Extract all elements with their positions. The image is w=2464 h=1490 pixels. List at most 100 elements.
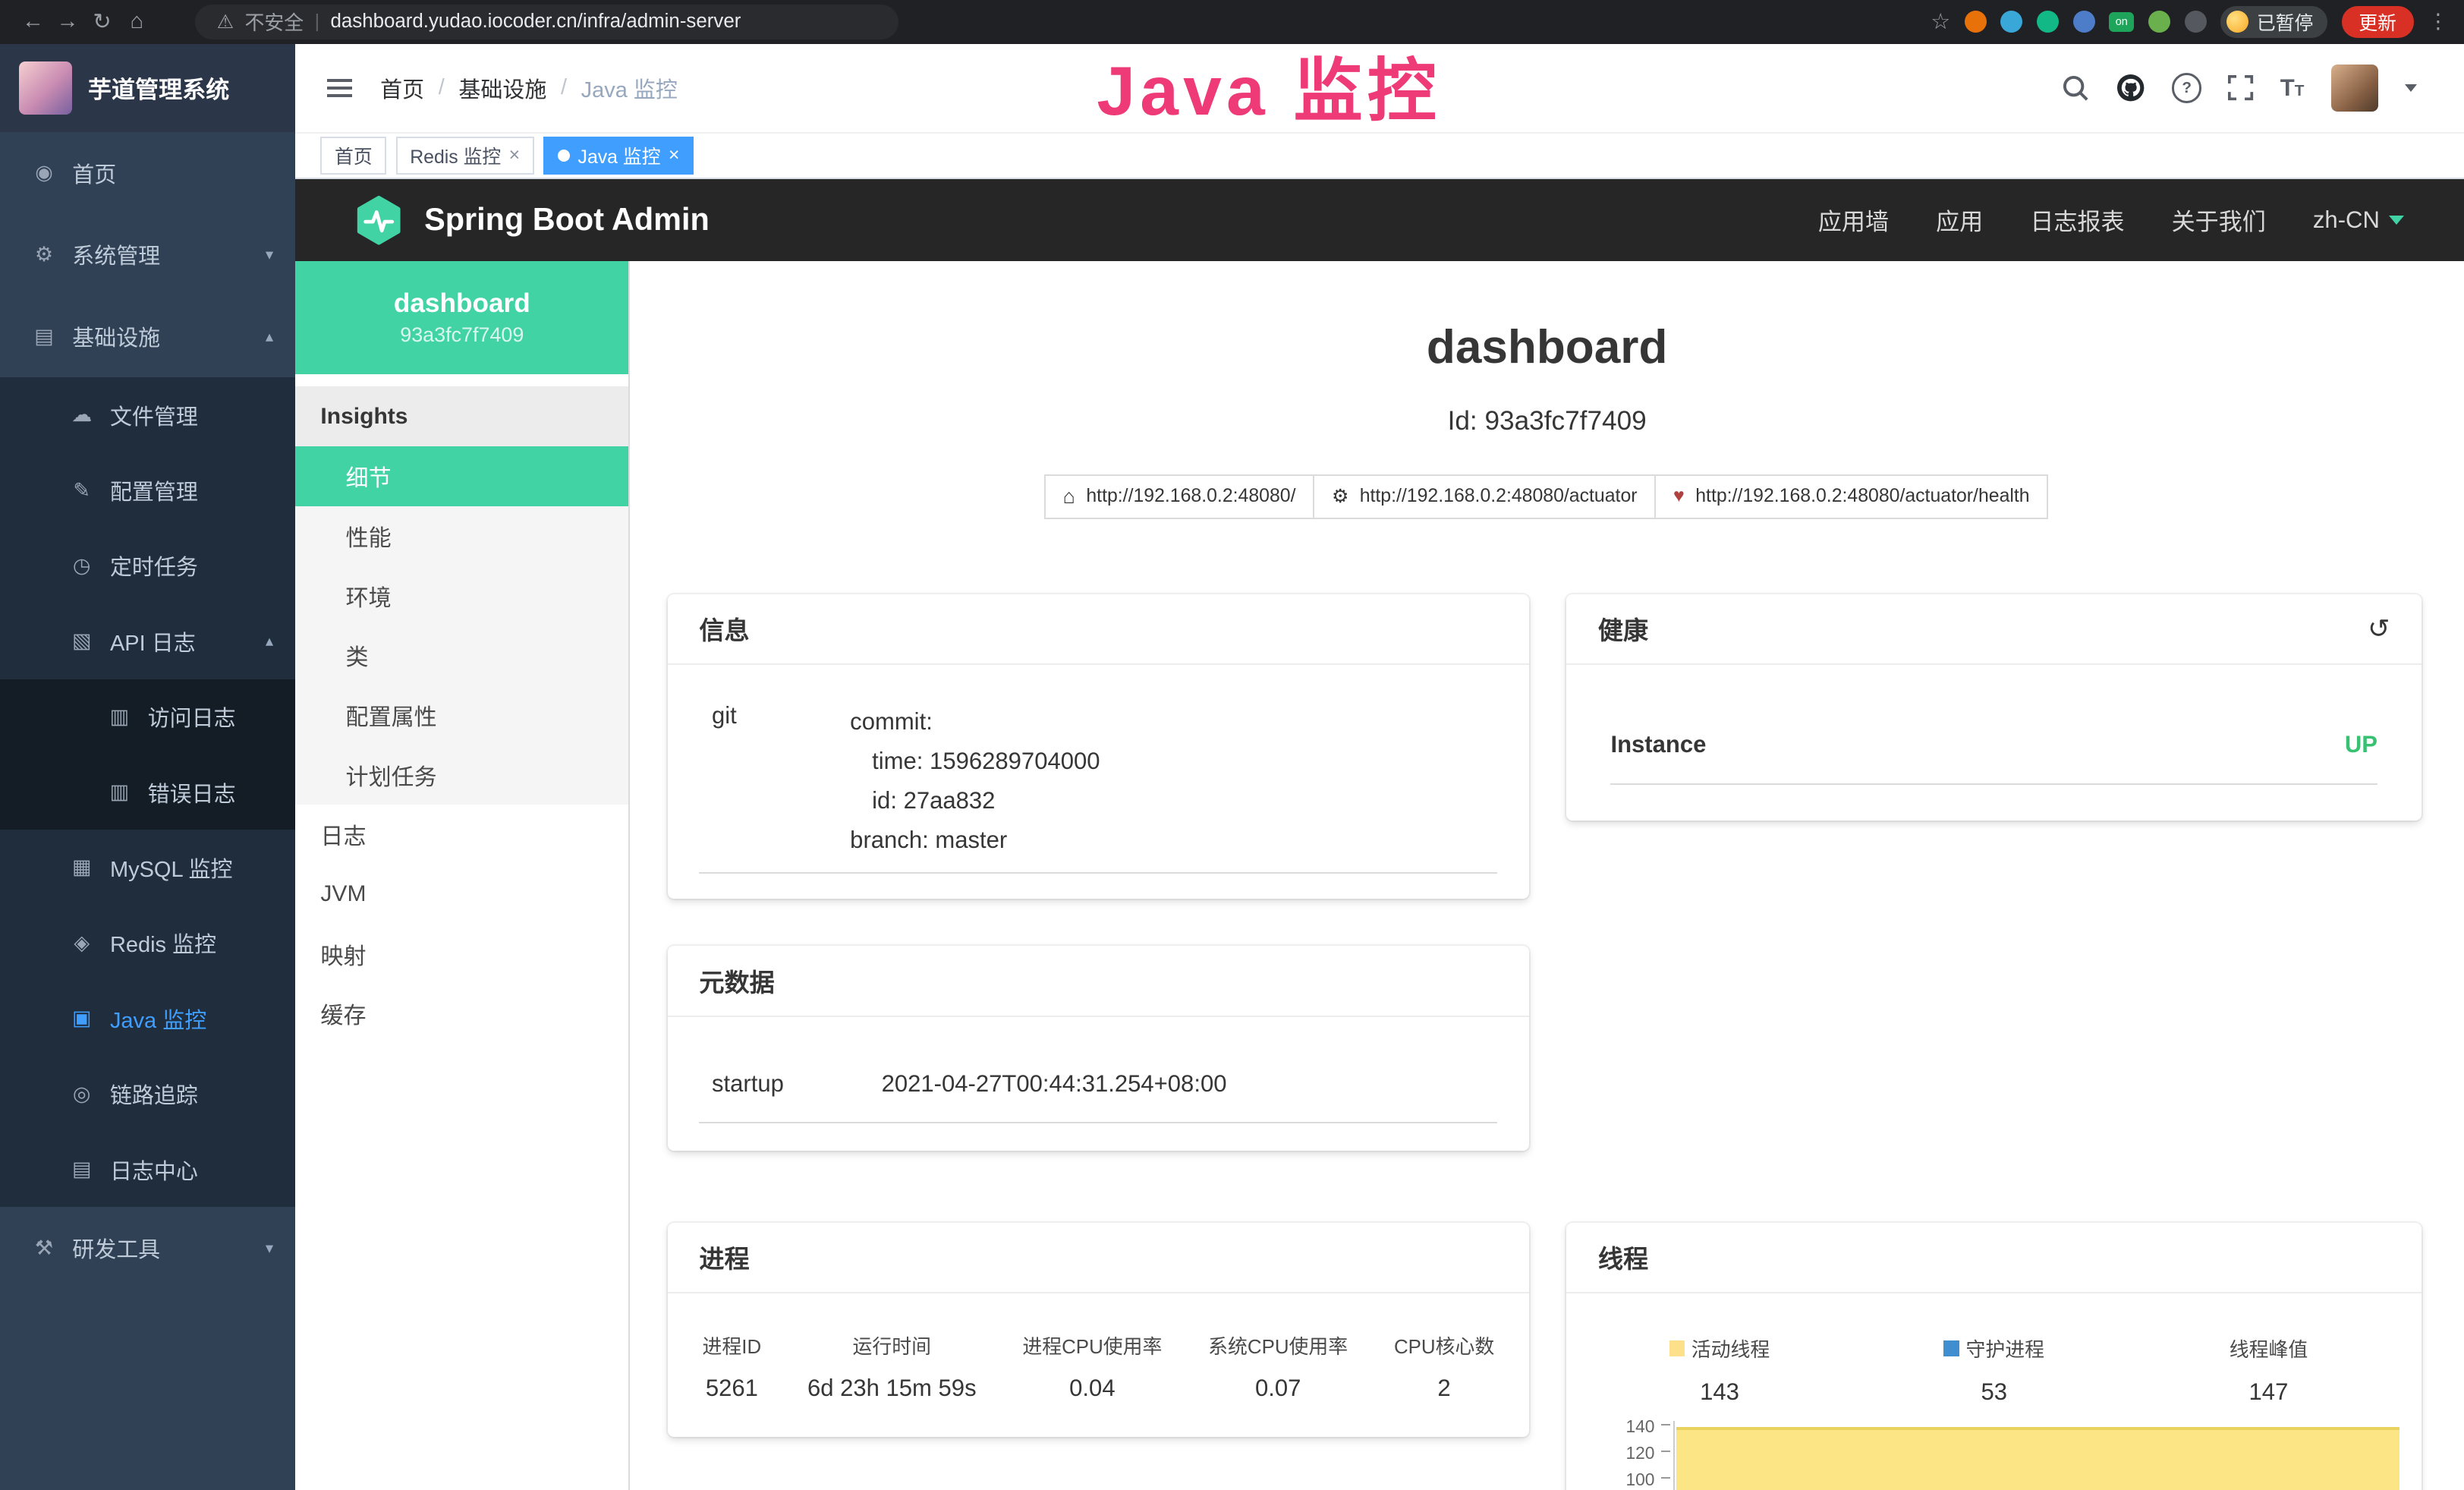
info-git-row: git commit: time: 1596289704000 id: 27aa… — [699, 702, 1497, 874]
threads-card: 线程 活动线程 143 守护进程 53 — [1566, 1223, 2422, 1490]
actuator-url-link[interactable]: ⚙http://192.168.0.2:48080/actuator — [1313, 474, 1656, 520]
info-card: 信息 git commit: time: 1596289704000 id: 2… — [668, 594, 1529, 899]
page-title: dashboard — [630, 320, 2464, 374]
sba-brand[interactable]: Spring Boot Admin — [352, 194, 710, 247]
api-log-icon: ▧ — [69, 629, 94, 653]
sba-nav-applications[interactable]: 应用 — [1936, 203, 1983, 237]
close-icon[interactable]: × — [669, 145, 680, 166]
sba-item-mappings[interactable]: 映射 — [295, 924, 628, 984]
instance-name: dashboard — [394, 288, 530, 319]
chevron-down-icon — [2389, 216, 2404, 225]
metadata-card-title: 元数据 — [668, 946, 1529, 1016]
sba-item-metrics[interactable]: 性能 — [295, 506, 628, 566]
sba-nav-links: 应用墙 应用 日志报表 关于我们 zh-CN — [1818, 203, 2404, 237]
browser-menu-icon[interactable]: ⋮ — [2428, 10, 2448, 33]
tab-redis-monitor[interactable]: Redis 监控× — [396, 137, 534, 175]
security-label[interactable]: 不安全 — [244, 8, 304, 36]
locale-select[interactable]: zh-CN — [2313, 206, 2404, 234]
instance-header[interactable]: dashboard 93a3fc7f7409 — [295, 261, 628, 374]
redis-icon: ◈ — [69, 931, 94, 955]
extension-icon[interactable] — [1965, 11, 1987, 33]
y-tick-mark — [1661, 1424, 1670, 1425]
sba-nav-wallboard[interactable]: 应用墙 — [1818, 203, 1889, 237]
sba-item-config-props[interactable]: 配置属性 — [295, 685, 628, 745]
user-avatar[interactable] — [2331, 65, 2378, 112]
sidebar-item-system[interactable]: ⚙系统管理▾ — [0, 214, 295, 296]
sidebar-item-scheduled-tasks[interactable]: ◷定时任务 — [0, 528, 295, 603]
sba-item-environment[interactable]: 环境 — [295, 565, 628, 625]
bookmark-star-icon[interactable]: ☆ — [1931, 8, 1950, 35]
sidebar-item-file-manage[interactable]: ☁文件管理 — [0, 377, 295, 452]
extension-icon[interactable] — [2000, 11, 2022, 33]
sidebar-item-access-logs[interactable]: ▥访问日志 — [0, 679, 295, 754]
breadcrumb-home[interactable]: 首页 — [380, 72, 424, 104]
help-icon[interactable]: ? — [2172, 73, 2201, 102]
sba-logo-icon — [352, 194, 405, 247]
sba-item-caches[interactable]: 缓存 — [295, 984, 628, 1044]
sidebar-item-trace[interactable]: ◎链路追踪 — [0, 1056, 295, 1131]
y-tick-label: 120 — [1566, 1443, 1654, 1463]
chevron-down-icon: ▾ — [266, 1239, 273, 1258]
sidebar-item-config-manage[interactable]: ✎配置管理 — [0, 452, 295, 528]
address-bar[interactable]: ⚠ 不安全 | dashboard.yudao.iocoder.cn/infra… — [195, 5, 899, 39]
extension-icon[interactable] — [2148, 11, 2170, 33]
back-icon[interactable]: ← — [16, 9, 51, 34]
tab-home[interactable]: 首页 — [320, 137, 386, 175]
extension-icon[interactable] — [2037, 11, 2059, 33]
service-url-link[interactable]: ⌂http://192.168.0.2:48080/ — [1044, 474, 1314, 520]
legend-live-threads: 活动线程 143 — [1582, 1334, 1857, 1406]
sidebar-item-log-center[interactable]: ▤日志中心 — [0, 1132, 295, 1207]
sba-nav-about[interactable]: 关于我们 — [2172, 203, 2266, 237]
sidebar-item-redis-monitor[interactable]: ◈Redis 监控 — [0, 906, 295, 981]
fullscreen-icon[interactable] — [2228, 75, 2253, 100]
sidebar-item-mysql-monitor[interactable]: ▦MySQL 监控 — [0, 830, 295, 905]
profile-paused-badge[interactable]: 已暂停 — [2220, 6, 2327, 37]
health-url-link[interactable]: ♥http://192.168.0.2:48080/actuator/healt… — [1654, 474, 2048, 520]
legend-peak-threads: 线程峰值 147 — [2132, 1334, 2406, 1406]
metadata-value: 2021-04-27T00:44:31.254+08:00 — [882, 1064, 1227, 1104]
switch-on-extension-icon[interactable]: on — [2109, 12, 2134, 33]
sba-item-details[interactable]: 细节 — [295, 446, 628, 506]
url-text[interactable]: dashboard.yudao.iocoder.cn/infra/admin-s… — [331, 11, 741, 33]
search-icon[interactable] — [2062, 74, 2088, 101]
y-tick-label: 140 — [1566, 1416, 1654, 1437]
tab-java-monitor[interactable]: Java 监控× — [543, 137, 694, 175]
sba-item-beans[interactable]: 类 — [295, 625, 628, 685]
sidebar-item-api-logs[interactable]: ▧API 日志▴ — [0, 603, 295, 679]
sidebar-item-infrastructure[interactable]: ▤基础设施▴ — [0, 295, 295, 377]
app-menu: ◉首页 ⚙系统管理▾ ▤基础设施▴ ☁文件管理 ✎配置管理 ◷定时任务 ▧API… — [0, 132, 295, 1490]
sidebar-item-error-logs[interactable]: ▥错误日志 — [0, 754, 295, 830]
reload-icon[interactable]: ↻ — [85, 8, 120, 35]
update-button[interactable]: 更新 — [2342, 6, 2414, 37]
warning-icon: ⚠ — [217, 11, 234, 33]
health-card: 健康 ↺ Instance UP — [1566, 594, 2422, 821]
sidebar-item-home[interactable]: ◉首页 — [0, 132, 295, 214]
sba-item-loggers[interactable]: 日志 — [295, 805, 628, 865]
sba-nav-journal[interactable]: 日志报表 — [2030, 203, 2124, 237]
close-icon[interactable]: × — [509, 145, 521, 166]
app-logo-row[interactable]: 芋道管理系统 — [0, 44, 295, 132]
y-tick-mark — [1661, 1477, 1670, 1479]
sba-item-scheduled[interactable]: 计划任务 — [295, 745, 628, 805]
user-menu-caret-icon[interactable] — [2405, 84, 2417, 92]
hamburger-icon[interactable] — [320, 72, 358, 103]
y-tick-label: 100 — [1566, 1470, 1654, 1490]
font-size-icon[interactable]: TT — [2280, 74, 2305, 102]
sidebar-item-dev-tools[interactable]: ⚒研发工具▾ — [0, 1207, 295, 1289]
browser-home-icon[interactable]: ⌂ — [119, 9, 154, 34]
sba-item-jvm[interactable]: JVM — [295, 865, 628, 925]
history-icon[interactable]: ↺ — [2368, 613, 2390, 644]
github-icon[interactable] — [2116, 73, 2145, 102]
log-center-icon: ▤ — [69, 1158, 94, 1181]
metadata-row: startup 2021-04-27T00:44:31.254+08:00 — [699, 1064, 1497, 1124]
threads-chart: 140 120 100 — [1566, 1402, 2422, 1490]
home-icon: ◉ — [31, 161, 56, 184]
extension-icon[interactable] — [2073, 11, 2095, 33]
sba-sidebar: dashboard 93a3fc7f7409 Insights 细节 性能 环境… — [295, 261, 630, 1490]
sidebar-item-java-monitor[interactable]: ▣Java 监控 — [0, 981, 295, 1056]
forward-icon[interactable]: → — [50, 9, 85, 34]
metadata-key: startup — [699, 1070, 881, 1098]
puzzle-extension-icon[interactable] — [2185, 11, 2207, 33]
breadcrumb-section[interactable]: 基础设施 — [458, 72, 546, 104]
y-tick-mark — [1661, 1451, 1670, 1452]
